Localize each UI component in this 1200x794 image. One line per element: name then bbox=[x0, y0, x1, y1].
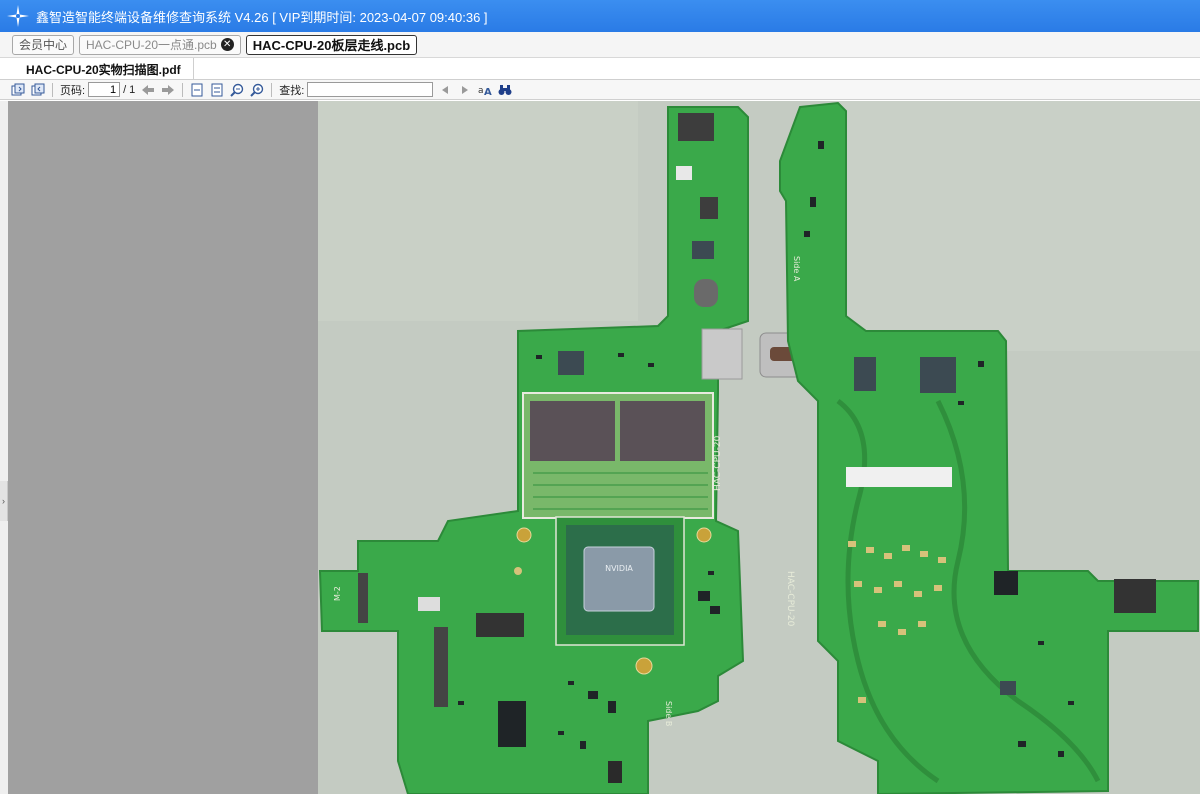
zoom-out-icon[interactable] bbox=[229, 82, 245, 98]
tab-label: HAC-CPU-20实物扫描图.pdf bbox=[26, 62, 181, 77]
pdf-toolbar: 页码: / 1 查找: aA bbox=[0, 80, 1200, 100]
svg-text:A: A bbox=[484, 87, 492, 96]
m2-label: M-2 bbox=[333, 586, 342, 601]
soc-marking: NVIDIA bbox=[605, 564, 633, 573]
page-number-input[interactable] bbox=[88, 82, 121, 97]
side-panel-strip: › bbox=[0, 101, 8, 794]
tab-label: HAC-CPU-20一点通.pcb bbox=[86, 38, 217, 52]
title-bar: 鑫智造智能终端设备维修查询系统 V4.26 [ VIP到期时间: 2023-04… bbox=[0, 0, 1200, 32]
page-label: 页码: bbox=[60, 84, 86, 97]
toolbar-divider bbox=[52, 82, 53, 97]
right-board-label: HAC-CPU-20 bbox=[785, 571, 795, 627]
tab-pcb-one-touch[interactable]: HAC-CPU-20一点通.pcb ✕ bbox=[79, 34, 241, 55]
find-label: 查找: bbox=[279, 84, 305, 97]
tab-scan-pdf[interactable]: HAC-CPU-20实物扫描图.pdf bbox=[14, 58, 194, 80]
page-total: / 1 bbox=[123, 83, 136, 96]
nav-forward-icon[interactable] bbox=[160, 82, 176, 98]
pcb-scan-image: NVIDIA HAC-CPU-20 Side B M-2 HAC-CPU-20 … bbox=[318, 101, 1200, 794]
toolbar-divider bbox=[182, 82, 184, 97]
tab-pcb-layer-trace[interactable]: HAC-CPU-20板层走线.pcb bbox=[245, 34, 418, 55]
document-tab-bar: 会员中心 HAC-CPU-20一点通.pcb ✕ HAC-CPU-20板层走线.… bbox=[0, 32, 1200, 58]
save-icon[interactable] bbox=[10, 82, 26, 98]
window-title: 鑫智造智能终端设备维修查询系统 V4.26 [ VIP到期时间: 2023-04… bbox=[36, 9, 488, 25]
fit-page-icon[interactable] bbox=[189, 82, 205, 98]
match-case-icon[interactable]: aA bbox=[477, 82, 493, 98]
tab-label: 会员中心 bbox=[19, 38, 68, 52]
fit-width-icon[interactable] bbox=[209, 82, 225, 98]
find-prev-icon[interactable] bbox=[437, 82, 453, 98]
side-b-label: Side B bbox=[664, 701, 673, 726]
search-input[interactable] bbox=[307, 82, 434, 97]
expand-panel-handle[interactable]: › bbox=[0, 481, 8, 521]
star-compass-icon bbox=[6, 4, 30, 28]
save-as-icon[interactable] bbox=[30, 82, 46, 98]
binoculars-icon[interactable] bbox=[497, 82, 513, 98]
zoom-in-icon[interactable] bbox=[249, 82, 265, 98]
tab-label: HAC-CPU-20板层走线.pcb bbox=[252, 38, 411, 53]
close-circle-icon[interactable]: ✕ bbox=[220, 38, 234, 51]
pdf-page: NVIDIA HAC-CPU-20 Side B M-2 HAC-CPU-20 … bbox=[318, 101, 1200, 794]
left-board-label: HAC-CPU-20 bbox=[713, 435, 723, 491]
toolbar-divider bbox=[271, 82, 273, 97]
nav-back-icon[interactable] bbox=[140, 82, 156, 98]
svg-text:a: a bbox=[478, 86, 484, 96]
find-next-icon[interactable] bbox=[457, 82, 473, 98]
side-a-label: Side A bbox=[792, 256, 801, 282]
file-tab-bar: HAC-CPU-20实物扫描图.pdf bbox=[0, 58, 1200, 80]
tab-member-center[interactable]: 会员中心 bbox=[12, 34, 75, 55]
